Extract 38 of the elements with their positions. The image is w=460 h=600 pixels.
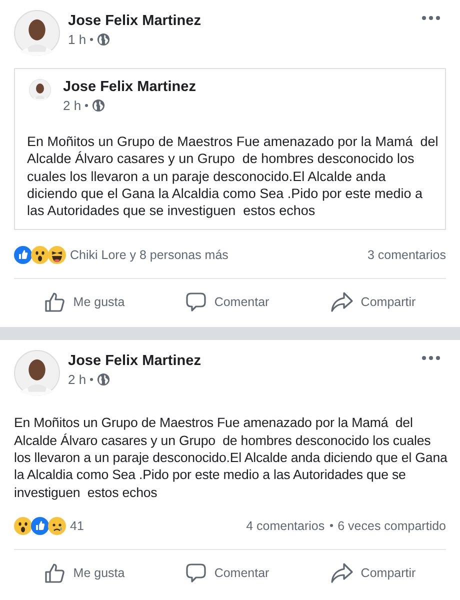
like-reaction-icon: [31, 516, 49, 535]
share-arrow-icon: [330, 562, 354, 584]
like-button[interactable]: Me gusta: [38, 287, 131, 318]
post-text: En Moñitos un Grupo de Maestros Fue amenazado por la Mamá del Alcalde Álvaro casares y un Grupo de hombres desconocido los cuales los llevaron a un paraje desconocido.El Alcalde anda diciendo que el Gana la Alcaldia como Sea .Pido por este medio a las Autoridades que se investiguen estos echos: [14, 414, 448, 501]
like-button[interactable]: Me gusta: [38, 558, 131, 588]
speech-bubble-icon: [185, 562, 208, 584]
comment-button[interactable]: Comentar: [179, 287, 276, 318]
thumbs-up-icon: [44, 562, 66, 584]
post-time[interactable]: 2 h: [68, 372, 86, 388]
sad-reaction-icon: [48, 516, 66, 535]
haha-reaction-icon: [48, 246, 66, 264]
avatar[interactable]: [14, 10, 60, 56]
globe-icon: [97, 373, 110, 386]
shared-post-card[interactable]: [14, 68, 446, 230]
avatar[interactable]: [14, 350, 60, 396]
globe-icon: [92, 99, 106, 112]
reaction-summary[interactable]: 41: [70, 518, 84, 533]
author-name[interactable]: Jose Felix Martinez: [63, 79, 433, 95]
author-name[interactable]: Jose Felix Martinez: [68, 13, 414, 29]
post-time[interactable]: 2 h: [63, 98, 82, 113]
wow-reaction-icon: [31, 246, 49, 264]
reaction-summary[interactable]: Chiki Lore y 8 personas más: [70, 248, 228, 262]
post-text: En Moñitos un Grupo de Maestros Fue amenazado por la Mamá del Alcalde Álvaro casares y un Grupo de hombres desconocido los cuales los llevaron a un paraje desconocido.El Alcalde anda diciendo que el Gana la Alcaldia como Sea .Pido por este medio a las Autoridades que se investiguen estos echos: [27, 133, 439, 220]
post-time[interactable]: 1 h: [68, 32, 86, 47]
share-count[interactable]: 6 veces compartido: [338, 518, 446, 533]
share-arrow-icon: [330, 291, 354, 314]
thumbs-up-icon: [44, 291, 66, 314]
author-name[interactable]: Jose Felix Martinez: [68, 353, 414, 370]
share-button[interactable]: Compartir: [324, 558, 422, 588]
comment-count[interactable]: 4 comentarios: [246, 518, 325, 533]
globe-icon: [97, 33, 110, 46]
share-button[interactable]: Compartir: [324, 287, 422, 318]
comment-count[interactable]: 3 comentarios: [367, 248, 446, 262]
comment-button[interactable]: Comentar: [179, 558, 276, 588]
speech-bubble-icon: [185, 291, 208, 314]
avatar[interactable]: [29, 79, 51, 101]
wow-reaction-icon: [14, 516, 32, 535]
like-reaction-icon: [14, 246, 32, 264]
